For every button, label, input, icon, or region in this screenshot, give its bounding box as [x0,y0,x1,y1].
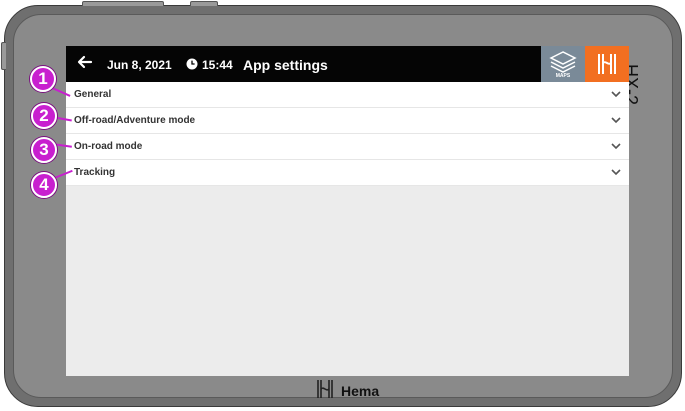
hema-home-button[interactable] [585,46,629,82]
settings-list: General Off-road/Adventure mode On-road … [66,82,629,186]
top-bar: Jun 8, 2021 15:44 App settings MAPS [66,46,629,82]
page-title: App settings [243,57,328,73]
section-label: Off-road/Adventure mode [74,115,196,126]
settings-section-tracking[interactable]: Tracking [66,160,629,186]
hema-logo-icon [598,54,616,74]
maps-button[interactable]: MAPS [541,46,585,82]
time-display: 15:44 [202,58,233,72]
chevron-down-icon[interactable] [611,116,621,124]
section-label: On-road mode [74,141,143,152]
settings-section-general[interactable]: General [66,82,629,108]
app-screen: Jun 8, 2021 15:44 App settings MAPS Gene… [66,46,629,376]
chevron-down-icon[interactable] [611,168,621,176]
date-display: Jun 8, 2021 [107,58,172,72]
hema-brand-logo [317,380,333,398]
settings-section-offroad[interactable]: Off-road/Adventure mode [66,108,629,134]
chevron-down-icon[interactable] [611,90,621,98]
callout-2: 2 [31,103,57,129]
side-button[interactable] [1,42,6,70]
brand-name: Hema [341,383,380,399]
volume-button[interactable] [82,1,164,6]
callout-4: 4 [31,172,57,198]
section-label: Tracking [74,167,116,178]
settings-section-onroad[interactable]: On-road mode [66,134,629,160]
callout-3: 3 [31,137,57,163]
arrow-left-icon[interactable] [77,54,93,70]
callout-1: 1 [30,66,56,92]
maps-button-label: MAPS [555,73,571,79]
section-label: General [74,89,112,100]
power-button[interactable] [190,1,218,6]
clock-icon [186,58,198,70]
chevron-down-icon[interactable] [611,142,621,150]
